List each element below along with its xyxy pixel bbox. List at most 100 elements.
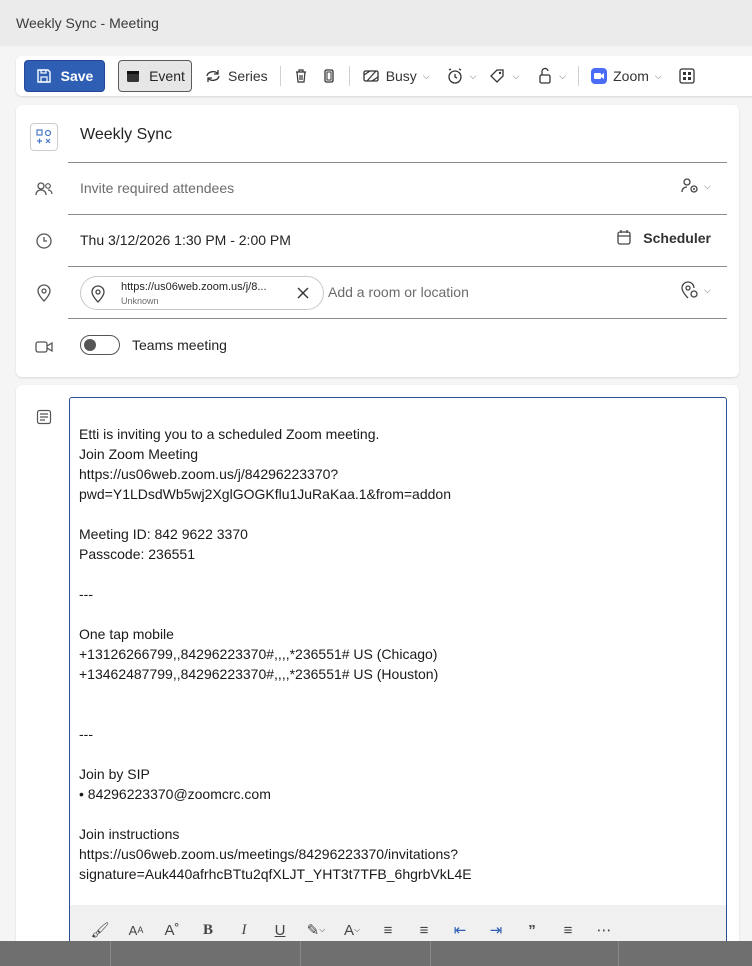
body-line: Join Zoom Meeting [79, 446, 199, 462]
save-icon [36, 69, 51, 83]
body-line [79, 604, 726, 624]
toolbar-divider [578, 66, 580, 86]
attendees-input[interactable]: Invite required attendees [80, 180, 234, 196]
show-as-label: Busy [385, 68, 417, 84]
body-line: --- [79, 586, 93, 602]
calendar-icon [127, 71, 140, 82]
location-options-button[interactable]: ⌵ [680, 281, 711, 299]
delete-button[interactable] [287, 60, 315, 92]
chevron-down-icon: ⌵ [704, 284, 711, 295]
location-field[interactable]: https://us06web.zoom.us/j/8... Unknown A… [68, 267, 727, 319]
copy-icon [324, 69, 334, 83]
location-pin-icon [34, 283, 54, 303]
highlight-icon[interactable]: ✎ ⌵ [300, 914, 332, 941]
zoom-dropdown[interactable]: Zoom ⌵ [585, 60, 668, 92]
chevron-down-icon: ⌵ [559, 70, 567, 81]
chevron-down-icon: ⌵ [422, 70, 430, 81]
teams-meeting-toggle[interactable] [80, 335, 120, 355]
title-field[interactable]: Weekly Sync [68, 111, 727, 163]
increase-indent-icon[interactable]: ⇥ [480, 914, 512, 941]
datetime-row: Thu 3/12/2026 1:30 PM - 2:00 PM Schedule… [16, 215, 739, 267]
series-label: Series [228, 68, 268, 84]
location-pin-icon [90, 285, 106, 308]
body-line: Etti is inviting you to a scheduled Zoom… [79, 426, 380, 442]
close-icon[interactable] [295, 285, 311, 306]
show-as-dropdown[interactable]: Busy ⌵ [356, 60, 436, 92]
chevron-down-icon: ⌵ [654, 70, 662, 81]
save-button[interactable]: Save [24, 60, 105, 92]
datetime-field[interactable]: Thu 3/12/2026 1:30 PM - 2:00 PM Schedule… [68, 215, 727, 267]
save-label: Save [60, 68, 94, 84]
attendees-field[interactable]: Invite required attendees ⌵ [68, 163, 727, 215]
toolbar: Save Event Series Busy ⌵ ⌵ ⌵ ⌵ Zoom ⌵ [16, 56, 752, 96]
location-input[interactable]: Add a room or location [328, 284, 469, 300]
body-line: Meeting ID: 842 9622 3370 [79, 526, 248, 542]
body-line [79, 804, 726, 824]
decrease-indent-icon[interactable]: ⇤ [444, 914, 476, 941]
title-input[interactable]: Weekly Sync [80, 126, 172, 144]
format-painter-icon[interactable]: 🖌 [84, 914, 116, 941]
category-picker-icon[interactable] [30, 123, 58, 151]
meeting-details-card: Weekly Sync Invite required attendees ⌵ … [16, 105, 739, 377]
body-line: https://us06web.zoom.us/j/84296223370? [79, 466, 339, 482]
notes-icon [36, 409, 52, 430]
tag-icon [490, 69, 505, 83]
body-line: • 84296223370@zoomcrc.com [79, 786, 271, 802]
categorize-dropdown[interactable]: ⌵ [482, 60, 525, 92]
body-line [79, 564, 726, 584]
text-effects-icon[interactable]: A˚ [156, 914, 188, 941]
copy-button[interactable] [315, 60, 343, 92]
reminder-dropdown[interactable]: ⌵ [440, 60, 483, 92]
datetime-value[interactable]: Thu 3/12/2026 1:30 PM - 2:00 PM [80, 232, 291, 248]
body-line: +13462487799,,84296223370#,,,,*236551# U… [79, 666, 439, 682]
font-color-icon[interactable]: A ⌵ [336, 914, 368, 941]
recurrence-icon [206, 70, 220, 82]
attendees-row: Invite required attendees ⌵ [16, 163, 739, 215]
series-button[interactable]: Series [198, 60, 274, 92]
taskbar-strip [0, 941, 752, 966]
trash-icon [295, 69, 306, 83]
body-card: Etti is inviting you to a scheduled Zoom… [16, 385, 739, 941]
event-button[interactable]: Event [118, 60, 192, 92]
body-line: --- [79, 726, 93, 742]
body-editor[interactable]: Etti is inviting you to a scheduled Zoom… [69, 397, 727, 941]
underline-icon[interactable]: U [264, 914, 296, 941]
italic-icon[interactable]: I [228, 914, 260, 941]
toolbar-divider [279, 66, 281, 86]
apps-button[interactable] [672, 60, 702, 92]
body-line: https://us06web.zoom.us/meetings/8429622… [79, 846, 459, 862]
body-line [79, 744, 726, 764]
quote-icon[interactable]: ” [516, 914, 548, 941]
scheduler-label: Scheduler [643, 230, 711, 246]
body-line: Join by SIP [79, 766, 150, 782]
scheduler-button[interactable]: Scheduler [615, 229, 711, 247]
bullets-icon[interactable]: ≡ [372, 914, 404, 941]
people-settings-icon [681, 178, 698, 193]
location-row: https://us06web.zoom.us/j/8... Unknown A… [16, 267, 739, 319]
show-as-icon [363, 70, 379, 82]
body-text[interactable]: Etti is inviting you to a scheduled Zoom… [70, 398, 726, 884]
align-icon[interactable]: ≡ [552, 914, 584, 941]
chevron-down-icon: ⌵ [469, 70, 477, 81]
numbering-icon[interactable]: ≡ [408, 914, 440, 941]
chevron-down-icon: ⌵ [704, 180, 711, 191]
private-dropdown[interactable]: ⌵ [531, 60, 572, 92]
meeting-window: Weekly Sync - Meeting Save Event Series … [0, 0, 752, 941]
body-line: +13126266799,,84296223370#,,,,*236551# U… [79, 646, 438, 662]
bold-icon[interactable]: B [192, 914, 224, 941]
video-camera-icon [34, 337, 54, 357]
location-chip[interactable]: https://us06web.zoom.us/j/8... Unknown [80, 276, 324, 310]
font-size-icon[interactable]: AA [120, 914, 152, 941]
body-line [79, 684, 726, 704]
attendee-options-button[interactable]: ⌵ [680, 177, 711, 195]
location-chip-url: https://us06web.zoom.us/j/8... [121, 281, 267, 293]
more-options-icon[interactable]: ⋯ [588, 914, 620, 941]
apps-grid-icon [679, 68, 695, 84]
body-line: Passcode: 236551 [79, 546, 195, 562]
zoom-icon [591, 68, 608, 84]
formatting-toolbar: 🖌 AA A˚ B I U ✎ ⌵ A ⌵ ≡ ≡ ⇤ ⇥ ” ≡ ⋯ [70, 905, 726, 941]
body-line: Join instructions [79, 826, 180, 842]
body-line [79, 504, 726, 524]
clock-icon [34, 231, 54, 251]
scheduler-icon [617, 230, 631, 245]
